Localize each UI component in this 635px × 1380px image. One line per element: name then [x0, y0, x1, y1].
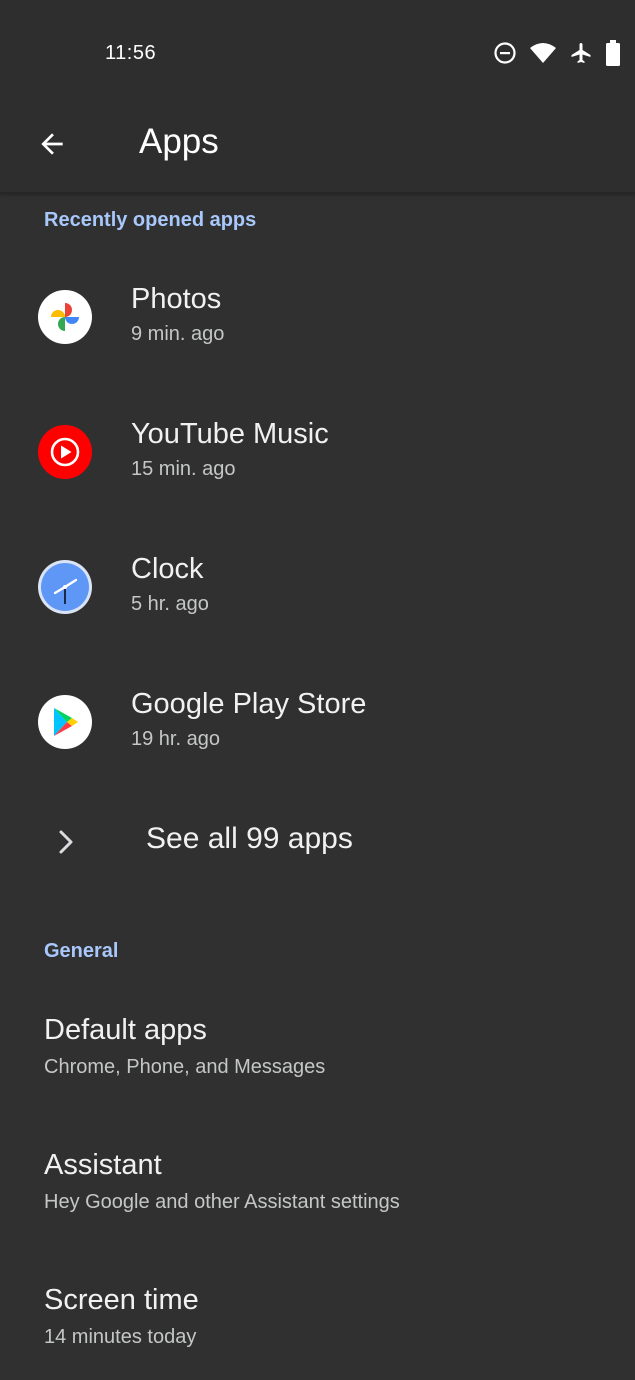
app-last-opened: 9 min. ago — [131, 323, 225, 345]
app-last-opened: 15 min. ago — [131, 458, 236, 480]
setting-title: Assistant — [44, 1149, 162, 1181]
section-header-general: General — [44, 940, 119, 962]
setting-screen-time[interactable]: Screen time 14 minutes today — [0, 1260, 635, 1380]
back-button[interactable] — [24, 122, 80, 170]
status-bar: 11:56 — [0, 0, 635, 100]
setting-title: Screen time — [44, 1284, 199, 1316]
app-bar: Apps — [0, 100, 635, 193]
status-time: 11:56 — [105, 42, 157, 64]
app-row-play-store[interactable]: Google Play Store 19 hr. ago — [0, 662, 635, 782]
setting-subtitle: 14 minutes today — [44, 1326, 197, 1348]
app-name: Clock — [131, 553, 204, 585]
app-last-opened: 19 hr. ago — [131, 728, 220, 750]
airplane-mode-icon — [569, 41, 593, 65]
app-last-opened: 5 hr. ago — [131, 593, 209, 615]
app-name: YouTube Music — [131, 418, 329, 450]
setting-title: Default apps — [44, 1014, 207, 1046]
setting-assistant[interactable]: Assistant Hey Google and other Assistant… — [0, 1125, 635, 1245]
app-name: Photos — [131, 283, 222, 315]
app-row-photos[interactable]: Photos 9 min. ago — [0, 257, 635, 377]
play-store-icon — [38, 695, 92, 749]
clock-icon — [38, 560, 92, 614]
chevron-right-icon — [54, 828, 78, 861]
app-name: Google Play Store — [131, 688, 367, 720]
see-all-apps-label: See all 99 apps — [146, 822, 353, 855]
app-row-youtube-music[interactable]: YouTube Music 15 min. ago — [0, 392, 635, 512]
setting-default-apps[interactable]: Default apps Chrome, Phone, and Messages — [0, 990, 635, 1110]
see-all-apps-button[interactable]: See all 99 apps — [0, 802, 635, 882]
app-row-clock[interactable]: Clock 5 hr. ago — [0, 527, 635, 647]
wifi-icon — [529, 41, 557, 65]
battery-icon — [605, 40, 621, 66]
status-icons — [493, 40, 621, 66]
google-photos-icon — [38, 290, 92, 344]
do-not-disturb-icon — [493, 41, 517, 65]
section-header-recent: Recently opened apps — [44, 209, 257, 231]
youtube-music-icon — [38, 425, 92, 479]
arrow-back-icon — [36, 128, 68, 165]
setting-subtitle: Chrome, Phone, and Messages — [44, 1056, 326, 1078]
setting-subtitle: Hey Google and other Assistant settings — [44, 1191, 400, 1213]
page-title: Apps — [139, 122, 219, 161]
